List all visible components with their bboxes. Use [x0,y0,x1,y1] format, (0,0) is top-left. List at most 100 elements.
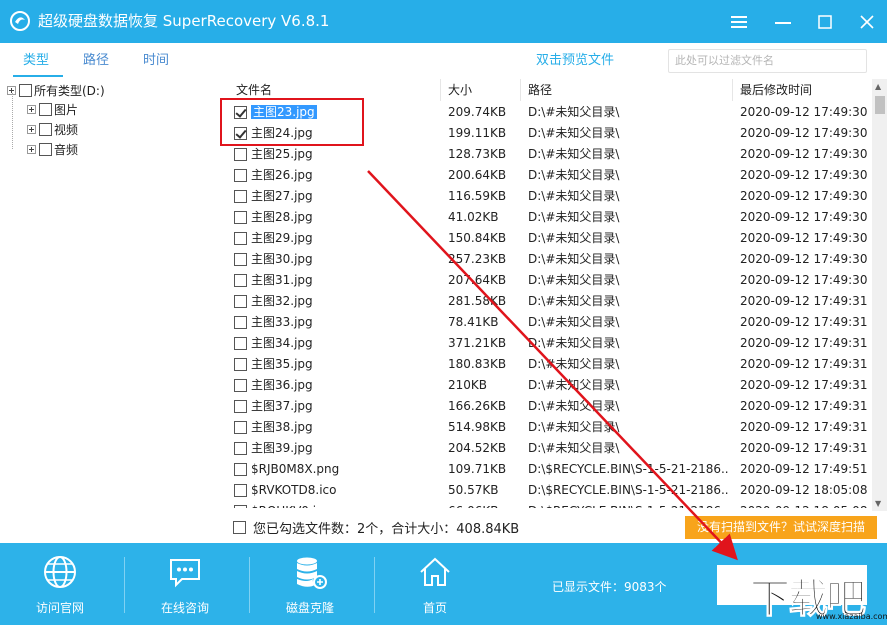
nav-disk-clone[interactable]: 磁盘克隆 [250,543,370,625]
column-path-header[interactable]: 路径 [521,79,733,101]
file-modified-time: 2020-09-12 17:49:30 [740,168,868,182]
table-row[interactable]: 主图28.jpg 41.02KB D:\#未知父目录\ 2020-09-12 17:4… [229,207,872,228]
expand-icon[interactable] [27,104,36,114]
checkbox[interactable] [19,83,32,97]
scroll-down-icon[interactable]: ▼ [875,499,881,508]
app-logo-icon [10,11,30,31]
disk-clone-icon [297,557,327,589]
tab-type[interactable]: 类型 [23,52,49,70]
type-tree: 所有类型(D:) 图片 视频 音频 [0,79,225,509]
tree-item-video[interactable]: 视频 [27,120,78,138]
expand-icon[interactable] [27,124,36,134]
file-size: 66.06KB [448,501,526,508]
row-checkbox[interactable] [234,442,247,455]
file-size: 109.71KB [448,462,507,476]
table-row[interactable]: 主图35.jpg 180.83KB D:\#未知父目录\ 2020-09-12 17:… [229,354,872,375]
table-row[interactable]: 主图27.jpg 116.59KB D:\#未知父目录\ 2020-09-12 17:… [229,186,872,207]
table-row[interactable]: 主图36.jpg 210KB D:\#未知父目录\ 2020-09-12 17:49:… [229,375,872,396]
file-modified-time: 2020-09-12 17:49:30 [740,210,868,224]
row-checkbox[interactable] [234,337,247,350]
file-name: 主图26.jpg [251,168,313,182]
file-modified-time: 2020-09-12 17:49:30 [740,147,868,161]
nav-label: 首页 [422,601,447,615]
nav-home[interactable]: 首页 [375,543,495,625]
file-name: 主图27.jpg [251,189,313,203]
row-checkbox[interactable] [234,211,247,224]
watermark-url: www.xiazaiba.com [816,612,887,621]
column-size-header[interactable]: 大小 [441,79,521,101]
file-path: D:\#未知父目录\ [528,147,620,161]
table-row[interactable]: $RVKOTD8.ico 50.57KB D:\$RECYCLE.BIN\S-1-5… [229,480,872,501]
table-row[interactable]: 主图26.jpg 200.64KB D:\#未知父目录\ 2020-09-12 17:… [229,165,872,186]
nav-visit-website[interactable]: 访问官网 [0,543,120,625]
table-row[interactable]: 主图30.jpg 257.23KB D:\#未知父目录\ 2020-09-12 17:… [229,249,872,270]
row-checkbox[interactable] [234,421,247,434]
row-checkbox[interactable] [234,379,247,392]
vertical-scrollbar[interactable]: ▲ ▼ [872,79,887,511]
table-row[interactable]: $ROUKV0.ico 66.06KBD:\$RECYCLE.BIN\S-1-5-… [229,501,872,508]
tree-item-images[interactable]: 图片 [27,100,78,118]
tab-path[interactable]: 路径 [83,52,109,70]
row-checkbox[interactable] [234,400,247,413]
row-checkbox[interactable] [234,316,247,329]
row-checkbox[interactable] [234,358,247,371]
file-path: D:\$RECYCLE.BIN\S-1-5-21-2186... [528,462,728,476]
file-path: D:\#未知父目录\ [528,420,620,434]
filter-input[interactable]: 此处可以过滤文件名 [668,49,867,73]
tree-root[interactable]: 所有类型(D:) [7,81,105,99]
checkbox[interactable] [39,102,52,116]
table-row[interactable]: 主图29.jpg 150.84KB D:\#未知父目录\ 2020-09-12 17:… [229,228,872,249]
chat-icon [170,559,200,588]
select-all-checkbox[interactable] [233,520,246,534]
file-path: D:\$RECYCLE.BIN\S-1-5-21-2186... [528,501,728,508]
file-size: 166.26KB [448,399,507,413]
table-row[interactable]: 主图39.jpg 204.52KB D:\#未知父目录\ 2020-09-12 17:… [229,438,872,459]
minimize-icon[interactable] [770,9,796,35]
scroll-thumb[interactable] [875,96,885,114]
file-name: 主图32.jpg [251,294,313,308]
row-checkbox[interactable] [234,274,247,287]
row-checkbox[interactable] [234,505,247,508]
file-path: D:\#未知父目录\ [528,126,620,140]
row-checkbox[interactable] [234,169,247,182]
maximize-icon[interactable] [812,9,838,35]
file-modified-time: 2020-09-12 17:49:30 [740,273,868,287]
table-row[interactable]: 主图37.jpg 166.26KB D:\#未知父目录\ 2020-09-12 17:… [229,396,872,417]
row-checkbox[interactable] [234,253,247,266]
preview-file-link[interactable]: 双击预览文件 [536,52,614,70]
table-row[interactable]: $RJB0M8X.png 109.71KB D:\$RECYCLE.BIN\S-1-… [229,459,872,480]
file-size: 257.23KB [448,252,507,266]
row-checkbox[interactable] [234,148,247,161]
deep-scan-button[interactable]: 没有扫描到文件？试试深度扫描 [685,516,877,539]
table-row[interactable]: 主图32.jpg 281.58KB D:\#未知父目录\ 2020-09-12 17:… [229,291,872,312]
table-row[interactable]: 主图33.jpg 78.41KB D:\#未知父目录\ 2020-09-12 17:4… [229,312,872,333]
row-checkbox[interactable] [234,463,247,476]
tree-item-label: 视频 [54,122,79,137]
row-checkbox[interactable] [234,484,247,497]
scroll-up-icon[interactable]: ▲ [875,82,881,91]
table-row[interactable]: 主图31.jpg 207.64KB D:\#未知父目录\ 2020-09-12 17:… [229,270,872,291]
file-size: 180.83KB [448,357,507,371]
row-checkbox[interactable] [234,295,247,308]
column-time-header[interactable]: 最后修改时间 [733,79,872,101]
table-row[interactable]: 主图38.jpg 514.98KB D:\#未知父目录\ 2020-09-12 17:… [229,417,872,438]
table-row[interactable]: 主图34.jpg 371.21KB D:\#未知父目录\ 2020-09-12 17:… [229,333,872,354]
row-checkbox[interactable] [234,190,247,203]
file-name: $ROUKV0.ico [251,501,441,508]
file-size: 78.41KB [448,315,499,329]
nav-online-consult[interactable]: 在线咨询 [125,543,245,625]
menu-icon[interactable] [726,9,752,35]
tree-item-audio[interactable]: 音频 [27,140,78,158]
row-checkbox[interactable] [234,232,247,245]
checkbox[interactable] [39,122,52,136]
file-modified-time: 2020-09-12 17:49:30 [740,252,868,266]
file-path: D:\#未知父目录\ [528,336,620,350]
table-row[interactable]: 主图25.jpg 128.73KB D:\#未知父目录\ 2020-09-12 17:… [229,144,872,165]
tab-time[interactable]: 时间 [143,52,169,70]
file-modified-time: 2020-09-12 18:05:08 [740,483,868,497]
close-icon[interactable] [854,9,880,35]
file-name: 主图37.jpg [251,399,313,413]
expand-icon[interactable] [27,144,36,154]
checkbox[interactable] [39,142,52,156]
file-size: 281.58KB [448,294,507,308]
